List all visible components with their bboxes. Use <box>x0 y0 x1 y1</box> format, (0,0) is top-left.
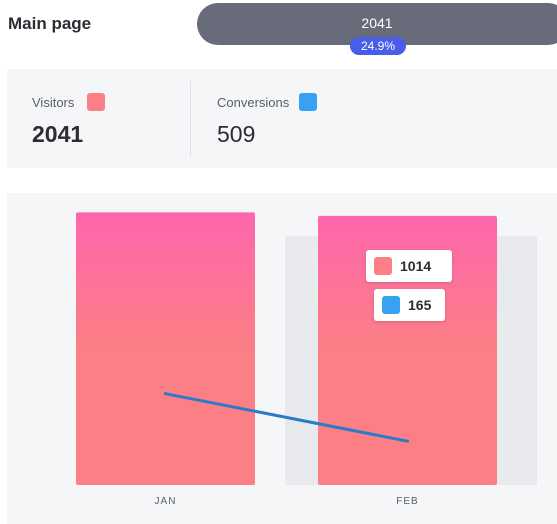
summary-divider <box>190 81 191 157</box>
x-tick-feb: FEB <box>396 496 418 507</box>
conversions-label: Conversions <box>217 95 290 110</box>
bar-visitors-jan[interactable] <box>76 212 255 485</box>
tooltip-visitors-swatch <box>374 257 392 275</box>
tooltip-visitors-value: 1014 <box>400 258 432 274</box>
tooltip-visitors: 1014 <box>366 250 452 282</box>
bar-line-chart: JAN FEB <box>76 212 537 507</box>
point-conversions-jan <box>164 392 167 396</box>
x-tick-jan: JAN <box>155 496 177 507</box>
tooltip-conversions-swatch <box>382 296 400 314</box>
tooltip-conversions-value: 165 <box>408 297 432 313</box>
page-title: Main page <box>8 14 92 33</box>
conversion-rate-badge: 24.9% <box>350 37 406 55</box>
visitors-value: 2041 <box>32 121 84 147</box>
tooltip-conversions: 165 <box>374 289 445 321</box>
conversions-value: 509 <box>217 121 256 147</box>
visitors-label: Visitors <box>32 95 75 110</box>
chart-panel: JAN FEB 1014 165 <box>7 193 557 524</box>
summary-panel: Visitors 2041 Conversions 509 <box>7 69 557 168</box>
point-conversions-feb <box>406 439 409 443</box>
visitors-legend-swatch[interactable] <box>87 93 105 111</box>
conversions-legend-swatch[interactable] <box>299 93 317 111</box>
funnel-total-value: 2041 <box>361 15 393 31</box>
